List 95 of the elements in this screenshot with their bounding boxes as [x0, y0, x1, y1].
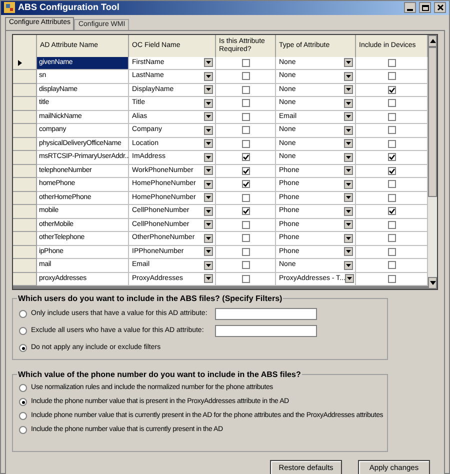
maximize-icon: [422, 4, 428, 11]
close-icon: [436, 4, 444, 12]
radio-button[interactable]: [19, 412, 27, 420]
input-field[interactable]: [215, 325, 317, 337]
current-row-icon: [18, 60, 22, 66]
checkbox[interactable]: [242, 140, 250, 148]
dropdown-icon: [204, 126, 213, 135]
radio-button[interactable]: [19, 426, 27, 434]
dropdown-icon: [344, 234, 353, 243]
dropdown-icon: [204, 139, 213, 148]
dropdown-icon: [204, 98, 213, 108]
app-icon: [4, 2, 15, 14]
checkbox[interactable]: [242, 180, 250, 188]
group-title: Which users do you want to include in the ABS files? (Specify Filters): [17, 292, 284, 304]
dropdown-icon: [344, 206, 353, 216]
checkbox[interactable]: [388, 274, 396, 283]
checkbox[interactable]: [242, 248, 250, 256]
checkbox[interactable]: [242, 86, 250, 94]
dropdown-icon: [344, 152, 353, 162]
dropdown-icon: [204, 193, 213, 202]
checkbox[interactable]: [388, 153, 396, 162]
group-title: Which value of the phone number do you want to include in the ABS files?: [17, 368, 302, 380]
scroll-down-button[interactable]: [428, 276, 437, 288]
checkbox[interactable]: [242, 166, 250, 175]
checkbox[interactable]: [388, 194, 396, 202]
radio-button[interactable]: [19, 327, 27, 335]
checkbox[interactable]: [242, 153, 250, 162]
dropdown-icon: [204, 112, 213, 122]
dropdown-icon: [204, 220, 213, 230]
close-button[interactable]: [434, 2, 446, 14]
checkbox[interactable]: [388, 166, 396, 175]
radio-button[interactable]: [19, 384, 27, 392]
checkbox[interactable]: [388, 234, 396, 242]
checkbox[interactable]: [388, 220, 396, 229]
dropdown-icon: [204, 58, 213, 68]
scroll-up-button[interactable]: [428, 34, 437, 46]
checkbox[interactable]: [388, 207, 396, 216]
scroll-thumb[interactable]: [428, 46, 437, 196]
checkbox[interactable]: [388, 58, 396, 67]
checkbox[interactable]: [388, 72, 396, 80]
dropdown-icon: [344, 260, 353, 270]
dropdown-icon: [345, 274, 354, 284]
checkbox[interactable]: [242, 58, 250, 67]
dropdown-icon: [204, 234, 213, 243]
maximize-button[interactable]: [419, 2, 431, 14]
dropdown-icon: [344, 85, 353, 94]
checkbox[interactable]: [242, 194, 250, 202]
checkbox[interactable]: [388, 112, 396, 121]
down-arrow-icon: [430, 280, 436, 284]
dropdown-icon: [204, 260, 213, 270]
dropdown-icon: [204, 72, 213, 81]
checkbox[interactable]: [242, 126, 250, 134]
checkbox[interactable]: [242, 234, 250, 242]
dropdown-icon: [204, 85, 213, 94]
checkbox[interactable]: [242, 112, 250, 121]
dropdown-icon: [344, 180, 353, 189]
checkbox[interactable]: [242, 261, 250, 270]
dropdown-icon: [344, 247, 353, 256]
dropdown-icon: [204, 274, 213, 284]
dropdown-icon: [204, 152, 213, 162]
checkbox[interactable]: [242, 72, 250, 80]
minimize-button[interactable]: [404, 2, 416, 14]
dropdown-icon: [344, 58, 353, 68]
radio-button[interactable]: [19, 310, 27, 318]
checkbox[interactable]: [388, 99, 396, 108]
checkbox[interactable]: [388, 86, 396, 94]
dropdown-icon: [344, 193, 353, 202]
dropdown-icon: [204, 247, 213, 256]
minimize-icon: [407, 9, 413, 12]
dropdown-icon: [344, 112, 353, 122]
checkbox[interactable]: [242, 220, 250, 229]
dropdown-icon: [204, 166, 213, 176]
checkbox[interactable]: [388, 140, 396, 148]
input-field[interactable]: [215, 308, 317, 320]
checkbox[interactable]: [242, 207, 250, 216]
dropdown-icon: [344, 220, 353, 230]
window-title: ABS Configuration Tool: [18, 1, 120, 14]
checkbox[interactable]: [388, 261, 396, 270]
dropdown-icon: [344, 126, 353, 135]
radio-button[interactable]: [19, 398, 27, 406]
checkbox[interactable]: [242, 99, 250, 108]
dropdown-icon: [344, 166, 353, 176]
dropdown-icon: [204, 206, 213, 216]
checkbox[interactable]: [388, 180, 396, 188]
scrollbar[interactable]: [428, 34, 437, 288]
dropdown-icon: [344, 72, 353, 81]
row-header[interactable]: [13, 56, 37, 70]
checkbox[interactable]: [388, 248, 396, 256]
dropdown-icon: [344, 98, 353, 108]
checkbox[interactable]: [242, 274, 250, 283]
checkbox[interactable]: [388, 126, 396, 134]
radio-button[interactable]: [19, 344, 27, 352]
up-arrow-icon: [430, 38, 436, 42]
dropdown-icon: [344, 139, 353, 148]
dropdown-icon: [204, 180, 213, 189]
